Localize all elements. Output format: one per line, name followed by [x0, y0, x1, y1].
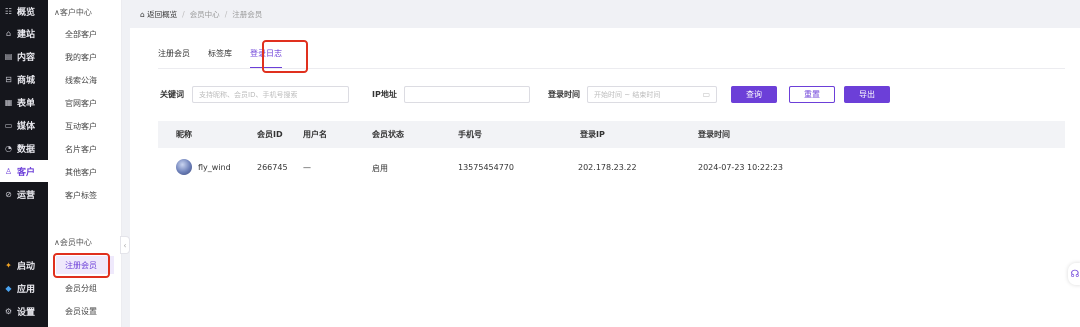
login-time-label: 登录时间 [548, 90, 580, 99]
gear-icon: ⚙ [4, 306, 13, 316]
nav-label: 表单 [17, 98, 36, 109]
sidebar-item-customer-tags[interactable]: 客户标签 [56, 186, 114, 204]
breadcrumb-current: 注册会员 [232, 10, 263, 19]
table-header: 昵称 会员ID 用户名 会员状态 手机号 登录IP 登录时间 [158, 121, 1065, 148]
nav-label: 建站 [17, 29, 36, 40]
nav-label: 内容 [17, 52, 36, 63]
search-button[interactable]: 查询 [731, 86, 777, 103]
nav-site[interactable]: ⌂ 建站 [0, 22, 48, 44]
breadcrumb-home[interactable]: ⌂ 返回概览 [140, 9, 177, 20]
col-login-ip: 登录IP [580, 130, 605, 139]
nav-apps[interactable]: ◆ 应用 [0, 277, 48, 299]
sidebar-item-member-groups[interactable]: 会员分组 [56, 279, 114, 297]
breadcrumb-separator: / [224, 10, 228, 19]
home-icon: ⌂ [5, 28, 12, 38]
sidebar-item-leads[interactable]: 线索公海 [56, 71, 114, 89]
breadcrumb-level1[interactable]: 会员中心 [190, 9, 220, 20]
cell-login-time: 2024-07-23 10:22:23 [698, 163, 783, 172]
cell-phone: 13575454770 [458, 163, 514, 172]
sidebar-item-site-customers[interactable]: 官网客户 [56, 94, 114, 112]
form-icon: ▦ [4, 97, 13, 107]
breadcrumb-home-label: 返回概览 [147, 10, 178, 19]
group-member-center[interactable]: ∧会员中心 [54, 237, 92, 248]
overview-icon: ☷ [4, 6, 13, 16]
launch-icon: ✦ [5, 260, 12, 270]
home-icon: ⌂ [140, 10, 145, 19]
sidebar-item-all-customers[interactable]: 全部客户 [56, 25, 114, 43]
nav-label: 概览 [17, 7, 36, 18]
col-phone: 手机号 [458, 130, 482, 139]
highlight-login-log-tab [262, 40, 308, 73]
group-customer-center[interactable]: ∧客户中心 [54, 7, 92, 18]
login-time-range-picker[interactable]: 开始时间 ~ 结束时间 ▭ [587, 86, 717, 103]
reset-button[interactable]: 重置 [789, 86, 835, 103]
document-icon: ▤ [4, 51, 13, 61]
nav-settings[interactable]: ⚙ 设置 [0, 300, 48, 322]
sidebar-item-other-customers[interactable]: 其他客户 [56, 163, 114, 181]
nav-data[interactable]: ◔ 数据 [0, 137, 48, 159]
nav-launch[interactable]: ✦ 启动 [0, 254, 48, 276]
breadcrumb-separator: / [182, 10, 185, 19]
chart-icon: ◔ [5, 143, 12, 153]
nav-label: 商城 [17, 75, 36, 86]
nav-label: 启动 [17, 261, 36, 272]
nav-mall[interactable]: ⊟ 商城 [0, 68, 48, 90]
table-row[interactable]: fly_wind 266745 — 启用 13575454770 202.178… [158, 152, 1065, 182]
store-icon: ⊟ [5, 74, 12, 84]
user-icon: ♙ [4, 166, 13, 176]
chevron-left-icon: ‹ [123, 240, 127, 250]
nav-form[interactable]: ▦ 表单 [0, 91, 48, 113]
nav-label: 数据 [17, 144, 36, 155]
ip-label: IP地址 [372, 90, 397, 99]
avatar [176, 159, 192, 175]
tab-tag-library[interactable]: 标签库 [208, 48, 232, 69]
sidebar-item-card-customers[interactable]: 名片客户 [56, 140, 114, 158]
cell-member-id: 266745 [257, 163, 288, 172]
nav-label: 应用 [17, 284, 36, 295]
nav-operation[interactable]: ⊘ 运营 [0, 183, 48, 205]
nav-label: 客户 [17, 167, 36, 178]
cell-login-ip: 202.178.23.22 [578, 163, 637, 172]
col-login-time: 登录时间 [698, 130, 730, 139]
apps-icon: ◆ [5, 283, 12, 293]
app-root: ☷ 概览 ⌂ 建站 ▤ 内容 ⊟ 商城 ▦ 表单 ▭ 媒体 ◔ 数据 ♙ 客户 ⊘ 运营 ✦ 启动 … [0, 0, 1080, 327]
col-status: 会员状态 [372, 130, 404, 139]
nav-overview[interactable]: ☷ 概览 [0, 0, 48, 22]
calendar-icon: ▭ [702, 90, 710, 99]
cell-username: — [303, 163, 311, 172]
col-member-id: 会员ID [257, 130, 283, 139]
highlight-registered-members [53, 253, 110, 278]
cell-nickname: fly_wind [198, 163, 231, 172]
cell-status: 启用 [372, 164, 388, 173]
time-placeholder: 开始时间 ~ 结束时间 [594, 90, 661, 99]
nav-label: 媒体 [17, 121, 36, 132]
tab-registered-members[interactable]: 注册会员 [158, 48, 190, 69]
keyword-label: 关键词 [160, 90, 184, 99]
nav-label: 运营 [17, 190, 36, 201]
nav-media[interactable]: ▭ 媒体 [0, 114, 48, 136]
operation-icon: ⊘ [5, 189, 12, 199]
nav-content[interactable]: ▤ 内容 [0, 45, 48, 67]
keyword-input[interactable]: 支持昵称、会员ID、手机号搜索 [192, 86, 349, 103]
ip-input[interactable] [404, 86, 530, 103]
nav-customer[interactable]: ♙ 客户 [0, 160, 48, 182]
main-nav-rail: ☷ 概览 ⌂ 建站 ▤ 内容 ⊟ 商城 ▦ 表单 ▭ 媒体 ◔ 数据 ♙ 客户 ⊘ 运营 ✦ 启动 … [0, 0, 48, 327]
sidebar-item-my-customers[interactable]: 我的客户 [56, 48, 114, 66]
breadcrumb: ⌂ 返回概览 / 会员中心 / 注册会员 [140, 9, 262, 20]
filter-bar: 关键词 支持昵称、会员ID、手机号搜索 IP地址 登录时间 开始时间 ~ 结束时… [158, 86, 1058, 103]
col-username: 用户名 [303, 130, 327, 139]
export-button[interactable]: 导出 [844, 86, 890, 103]
sidebar-collapse-handle[interactable]: ‹ [120, 236, 130, 254]
nav-label: 设置 [17, 307, 36, 318]
media-icon: ▭ [4, 120, 13, 130]
customer-service-icon[interactable]: ☊ [1068, 263, 1080, 285]
sidebar-item-interactive-customers[interactable]: 互动客户 [56, 117, 114, 135]
sidebar-item-member-settings[interactable]: 会员设置 [56, 302, 114, 320]
col-nickname: 昵称 [176, 130, 192, 139]
